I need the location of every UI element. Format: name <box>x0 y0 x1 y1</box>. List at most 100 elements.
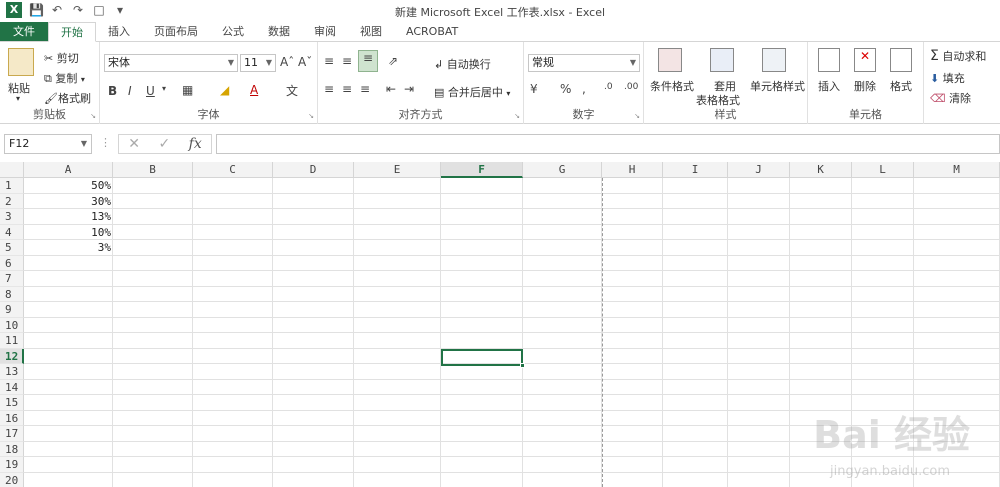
decrease-font-icon[interactable]: Aˇ <box>298 55 312 69</box>
worksheet-grid[interactable]: ABCDEFGHIJKLM 1 2 3 4 5 6 7 8 9 10 11 12 13 14 15 16 17 1… <box>0 162 1000 487</box>
bold-icon[interactable]: B <box>108 84 117 98</box>
column-header-d[interactable]: D <box>273 162 354 178</box>
cell-a4[interactable]: 10% <box>24 225 113 241</box>
cell-styles-icon[interactable] <box>762 48 786 72</box>
row-header-4[interactable]: 4 <box>0 224 24 240</box>
tab-review[interactable]: 审阅 <box>302 22 348 42</box>
delete-cells-icon[interactable]: ✕ <box>854 48 876 72</box>
column-header-m[interactable]: M <box>914 162 1000 178</box>
conditional-format-button[interactable]: 条件格式 <box>650 78 694 94</box>
column-header-g[interactable]: G <box>523 162 602 178</box>
row-header-20[interactable]: 20 <box>0 472 24 487</box>
row-header-17[interactable]: 17 <box>0 426 24 442</box>
row-header-19[interactable]: 19 <box>0 457 24 473</box>
tab-insert[interactable]: 插入 <box>96 22 142 42</box>
selected-cell-f12[interactable] <box>441 348 523 366</box>
tab-view[interactable]: 视图 <box>348 22 394 42</box>
cut-button[interactable]: ✂ 剪切 <box>44 50 79 66</box>
dialog-launcher-icon[interactable]: ↘ <box>308 112 314 120</box>
border-icon[interactable]: ▦ <box>182 83 193 97</box>
format-table-icon[interactable] <box>710 48 734 72</box>
row-header-5[interactable]: 5 <box>0 240 24 256</box>
decrease-decimal-icon[interactable]: .00 <box>624 82 638 92</box>
column-header-i[interactable]: I <box>663 162 728 178</box>
row-header-6[interactable]: 6 <box>0 255 24 271</box>
row-header-15[interactable]: 15 <box>0 395 24 411</box>
cell-styles-button[interactable]: 单元格样式 <box>750 78 805 94</box>
dialog-launcher-icon[interactable]: ↘ <box>90 112 96 120</box>
function-icon[interactable]: fx <box>189 136 202 152</box>
insert-button[interactable]: 插入 <box>818 78 840 94</box>
merge-center-button[interactable]: ▤ 合并后居中 ▾ <box>434 84 510 100</box>
row-header-18[interactable]: 18 <box>0 441 24 457</box>
tab-home[interactable]: 开始 <box>48 22 96 42</box>
column-header-h[interactable]: H <box>602 162 663 178</box>
align-left-icon[interactable]: ≡ <box>324 82 334 96</box>
cell-a3[interactable]: 13% <box>24 209 113 225</box>
delete-button[interactable]: 删除 <box>854 78 876 94</box>
cancel-icon[interactable]: ✕ <box>128 136 140 152</box>
font-name-dropdown[interactable]: 宋体 ▼ <box>104 54 238 72</box>
cell-a2[interactable]: 30% <box>24 194 113 210</box>
fill-button[interactable]: ⬇ 填充 <box>930 70 965 86</box>
percent-icon[interactable]: % <box>560 82 571 96</box>
tab-file[interactable]: 文件 <box>0 22 48 42</box>
tab-data[interactable]: 数据 <box>256 22 302 42</box>
underline-icon[interactable]: U <box>146 84 155 98</box>
format-painter-button[interactable]: 🖌格式刷 <box>44 90 91 106</box>
row-header-9[interactable]: 9 <box>0 302 24 318</box>
increase-decimal-icon[interactable]: .0 <box>604 82 613 92</box>
dialog-launcher-icon[interactable]: ↘ <box>634 112 640 120</box>
align-top-icon[interactable]: ≡ <box>324 54 334 68</box>
column-header-l[interactable]: L <box>852 162 914 178</box>
row-header-3[interactable]: 3 <box>0 209 24 225</box>
font-color-icon[interactable]: A <box>250 83 258 97</box>
decrease-indent-icon[interactable]: ⇤ <box>386 82 396 96</box>
align-right-icon[interactable]: ≡ <box>360 82 370 96</box>
formula-input[interactable] <box>216 134 1000 154</box>
row-header-7[interactable]: 7 <box>0 271 24 287</box>
copy-button[interactable]: ⧉ 复制 ▾ <box>44 70 85 86</box>
comma-icon[interactable]: , <box>582 82 586 96</box>
cell-a5[interactable]: 3% <box>24 240 113 256</box>
increase-font-icon[interactable]: Aˆ <box>280 55 294 69</box>
column-header-c[interactable]: C <box>193 162 273 178</box>
align-center-icon[interactable]: ≡ <box>342 82 352 96</box>
column-header-a[interactable]: A <box>24 162 113 178</box>
tab-page-layout[interactable]: 页面布局 <box>142 22 210 42</box>
wrap-text-button[interactable]: ↲ 自动换行 <box>434 56 491 72</box>
clear-button[interactable]: ⌫ 清除 <box>930 90 971 106</box>
column-header-j[interactable]: J <box>728 162 790 178</box>
currency-icon[interactable]: ¥ <box>530 82 538 96</box>
column-header-b[interactable]: B <box>113 162 193 178</box>
fill-handle[interactable] <box>520 362 525 368</box>
number-format-dropdown[interactable]: 常规 ▼ <box>528 54 640 72</box>
tab-formulas[interactable]: 公式 <box>210 22 256 42</box>
tab-acrobat[interactable]: ACROBAT <box>394 22 470 42</box>
column-header-k[interactable]: K <box>790 162 852 178</box>
fill-color-icon[interactable]: ◢ <box>220 83 229 97</box>
dialog-launcher-icon[interactable]: ↘ <box>514 112 520 120</box>
phonetic-icon[interactable]: 文 <box>286 82 298 99</box>
cell-a1[interactable]: 50% <box>24 178 113 194</box>
row-header-14[interactable]: 14 <box>0 379 24 395</box>
format-button[interactable]: 格式 <box>890 78 912 94</box>
font-size-dropdown[interactable]: 11 ▼ <box>240 54 276 72</box>
row-header-10[interactable]: 10 <box>0 317 24 333</box>
select-all-corner[interactable] <box>0 162 24 178</box>
orientation-icon[interactable]: ⇗ <box>388 54 398 68</box>
format-cells-icon[interactable] <box>890 48 912 72</box>
row-header-11[interactable]: 11 <box>0 333 24 349</box>
chevron-down-icon[interactable]: ▾ <box>162 84 166 93</box>
row-header-16[interactable]: 16 <box>0 410 24 426</box>
italic-icon[interactable]: I <box>128 84 132 98</box>
align-bottom-icon[interactable]: ≡ <box>358 50 378 72</box>
enter-icon[interactable]: ✓ <box>158 136 170 152</box>
increase-indent-icon[interactable]: ⇥ <box>404 82 414 96</box>
paste-icon[interactable] <box>8 48 34 76</box>
row-header-13[interactable]: 13 <box>0 364 24 380</box>
name-box[interactable]: F12 ▼ <box>4 134 92 154</box>
row-header-2[interactable]: 2 <box>0 193 24 209</box>
align-middle-icon[interactable]: ≡ <box>342 54 352 68</box>
row-header-1[interactable]: 1 <box>0 178 24 194</box>
